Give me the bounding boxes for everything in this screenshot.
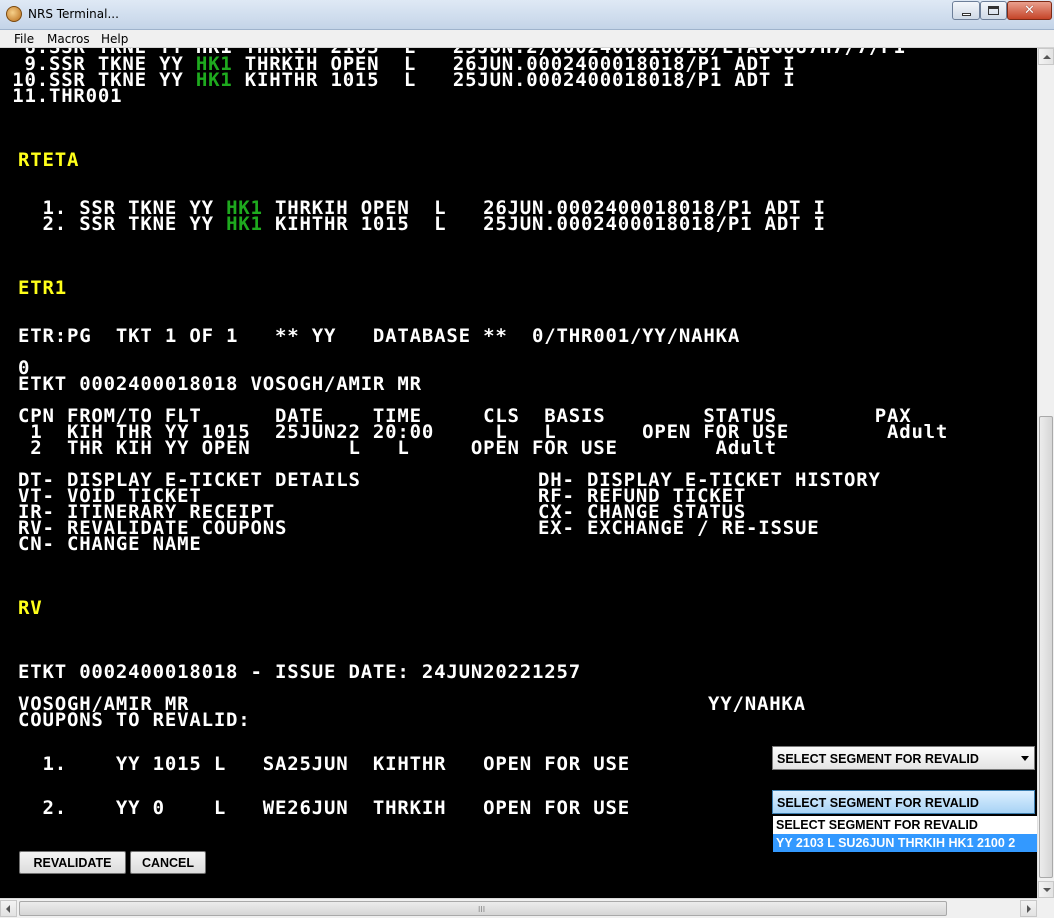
coupons-label: COUPONS TO REVALID: [18, 709, 251, 731]
minimize-icon [961, 13, 971, 16]
command-hint: EX- EXCHANGE / RE-ISSUE [538, 517, 820, 539]
terminal-screen[interactable]: 8.SSR TKNE YY HK1 THRKIH 2103 L 25JUN.2/… [0, 48, 1037, 898]
close-icon: ✕ [1024, 3, 1035, 18]
segment-option-highlighted[interactable]: YY 2103 L SU26JUN THRKIH HK1 2100 2 [773, 834, 1053, 852]
menu-file[interactable]: File [14, 32, 34, 46]
section-header-rv: RV [18, 597, 43, 619]
size-grip [1037, 898, 1054, 918]
menu-help[interactable]: Help [101, 32, 128, 46]
cancel-button[interactable]: CANCEL [130, 851, 206, 874]
arrow-left-icon [6, 905, 10, 913]
scroll-right-button[interactable] [1020, 900, 1037, 917]
app-icon [6, 6, 22, 22]
status-hk1: HK1 [195, 69, 233, 91]
horizontal-scrollbar[interactable]: III [0, 898, 1054, 918]
status-hk1: HK1 [226, 213, 263, 235]
revalidate-button[interactable]: REVALIDATE [19, 851, 126, 874]
section-header-rteta: RTETA [18, 149, 80, 171]
terminal-line: ETKT 0002400018018 VOSOGH/AMIR MR [18, 373, 422, 395]
terminal-line: ETR:PG TKT 1 OF 1 ** YY DATABASE ** 0/TH… [18, 325, 741, 347]
section-header-etr1: ETR1 [18, 277, 67, 299]
segment-options-list[interactable]: SELECT SEGMENT FOR REVALID YY 2103 L SU2… [772, 815, 1054, 853]
window-titlebar: NRS Terminal... ✕ [0, 0, 1054, 30]
segment-select-coupon-2[interactable]: SELECT SEGMENT FOR REVALID [772, 790, 1035, 814]
segment-option[interactable]: SELECT SEGMENT FOR REVALID [773, 816, 1053, 834]
arrow-up-icon [1043, 55, 1051, 59]
maximize-button[interactable] [980, 1, 1007, 20]
segment-select-coupon-1[interactable]: SELECT SEGMENT FOR REVALID [772, 746, 1035, 770]
coupon-row: 2. YY 0 L WE26JUN THRKIH OPEN FOR USE [18, 797, 630, 819]
segment-select-value: SELECT SEGMENT FOR REVALID [777, 752, 979, 766]
vertical-scroll-thumb[interactable] [1039, 416, 1053, 878]
terminal-line: 11.THR001 [0, 85, 123, 107]
coupon-table-row: 2 THR KIH YY OPEN L L OPEN FOR USE Adult [18, 437, 777, 459]
chevron-down-icon [1021, 756, 1029, 761]
terminal-line: 2. SSR TKNE YY HK1 KIHTHR 1015 L 25JUN.0… [18, 213, 826, 235]
maximize-icon [988, 6, 999, 15]
window-title: NRS Terminal... [28, 7, 119, 21]
scroll-up-button[interactable] [1038, 48, 1054, 65]
arrow-right-icon [1027, 905, 1031, 913]
office-id: YY/NAHKA [708, 693, 806, 715]
grip-icon: III [478, 905, 486, 914]
terminal-line: ETKT 0002400018018 - ISSUE DATE: 24JUN20… [18, 661, 581, 683]
vertical-scrollbar[interactable] [1037, 48, 1054, 898]
minimize-button[interactable] [952, 1, 980, 20]
menu-bar: File Macros Help [0, 30, 1054, 48]
segment-select-value: SELECT SEGMENT FOR REVALID [777, 796, 979, 810]
close-button[interactable]: ✕ [1007, 1, 1052, 20]
scroll-down-button[interactable] [1038, 881, 1054, 898]
coupon-row: 1. YY 1015 L SA25JUN KIHTHR OPEN FOR USE [18, 753, 630, 775]
scroll-left-button[interactable] [0, 900, 17, 917]
command-hint: CN- CHANGE NAME [18, 533, 202, 555]
arrow-down-icon [1043, 888, 1051, 892]
menu-macros[interactable]: Macros [47, 32, 90, 46]
horizontal-scroll-thumb[interactable]: III [19, 901, 947, 916]
